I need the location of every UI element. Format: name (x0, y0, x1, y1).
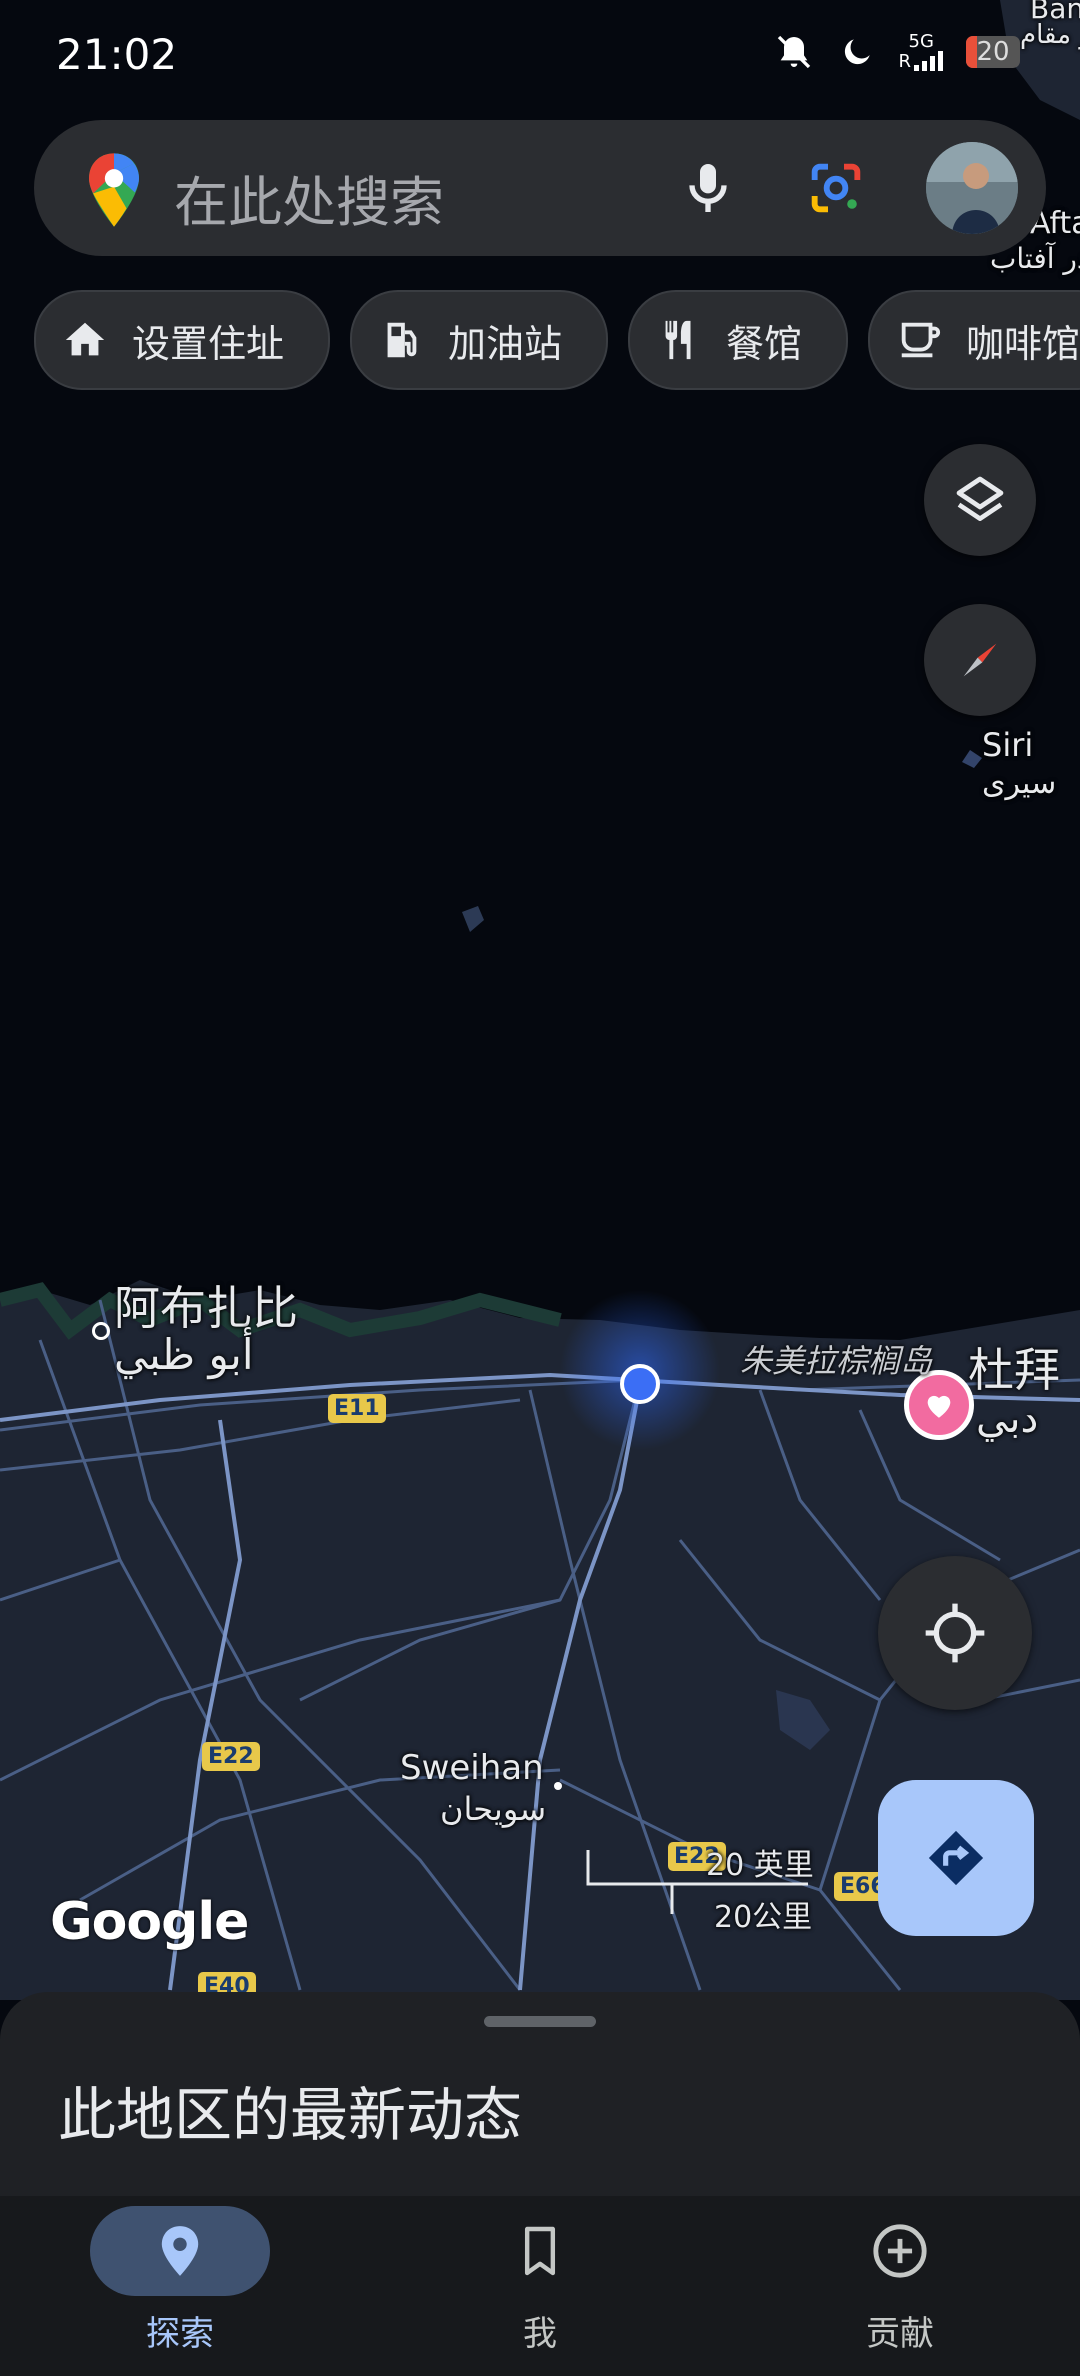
microphone-icon[interactable] (676, 156, 740, 220)
signal-icon (914, 51, 943, 71)
nav-label: 探索 (146, 2314, 214, 2354)
battery-icon: 20 (966, 36, 1020, 68)
town-marker (554, 1782, 562, 1790)
status-bar: 21:02 5G R 20 (0, 0, 1080, 120)
chip-label: 咖啡馆 (966, 321, 1080, 366)
compass-icon (963, 643, 997, 677)
place-label-sweihan[interactable]: Sweihan (400, 1748, 544, 1788)
silent-bell-icon (778, 35, 811, 69)
chip-restaurant[interactable]: 餐馆 (628, 290, 849, 390)
nav-me[interactable]: 我 (360, 2196, 720, 2376)
nav-explore[interactable]: 探索 (0, 2196, 360, 2376)
place-label-siri-ar: سیری (982, 766, 1057, 801)
scale-metric: 20公里 (714, 1900, 813, 1935)
battery-level: 20 (976, 37, 1010, 67)
nav-contribute-pill (810, 2206, 990, 2296)
chip-coffee[interactable]: 咖啡馆 (868, 290, 1080, 390)
map-layers-button[interactable] (924, 444, 1036, 556)
status-time: 21:02 (56, 30, 178, 79)
city-marker (92, 1322, 110, 1340)
account-avatar[interactable] (926, 142, 1018, 234)
chip-gas-station[interactable]: 加油站 (350, 290, 609, 390)
network-sub: R (898, 51, 911, 72)
nav-label: 我 (523, 2314, 557, 2354)
search-bar[interactable]: 在此处搜索 (34, 120, 1046, 256)
directions-icon (928, 1830, 984, 1886)
place-label-siri[interactable]: Siri (982, 726, 1033, 764)
crosshair-icon (925, 1603, 985, 1663)
restaurant-icon (665, 320, 691, 360)
place-label-dubai[interactable]: 杜拜 (968, 1334, 1060, 1400)
layers-icon (956, 476, 1004, 521)
gas-station-icon (387, 322, 417, 358)
place-label-dubai-ar: دبي (976, 1396, 1039, 1442)
google-lens-icon[interactable] (804, 156, 868, 220)
road-shield-e22: E22 (202, 1742, 260, 1771)
moon-icon (845, 39, 871, 65)
bookmark-icon (524, 2226, 556, 2276)
chip-label: 设置住址 (132, 321, 285, 366)
google-attribution: Google (50, 1892, 249, 1952)
place-label-abu-dhabi-ar: أبو ظبي (114, 1330, 254, 1379)
chip-label: 加油站 (448, 321, 563, 366)
google-maps-logo-icon (89, 153, 139, 227)
add-circle-icon (873, 2224, 927, 2278)
sheet-title: 此地区的最新动态 (58, 2081, 523, 2149)
nav-explore-pill (90, 2206, 270, 2296)
place-label-abu-dhabi[interactable]: 阿布扎比 (114, 1272, 298, 1338)
chip-set-home[interactable]: 设置住址 (34, 290, 331, 390)
network-indicator: 5G R (898, 33, 944, 71)
search-input[interactable]: 在此处搜索 (174, 158, 444, 237)
chip-label: 餐馆 (726, 321, 803, 366)
my-location-button[interactable] (878, 1556, 1032, 1710)
status-icons: 5G R 20 (772, 32, 1020, 72)
category-chips: 设置住址 加油站 餐馆 咖啡馆 (34, 290, 1080, 390)
compass-button[interactable] (924, 604, 1036, 716)
scale-imperial: 20 英里 (706, 1848, 814, 1883)
map-scale: 20 英里 20公里 (586, 1840, 826, 1935)
nav-contribute[interactable]: 贡献 (720, 2196, 1080, 2376)
sheet-drag-handle[interactable] (484, 2016, 596, 2027)
nav-label: 贡献 (866, 2314, 934, 2354)
bottom-navigation: 探索 我 贡献 (0, 2196, 1080, 2376)
place-label-sweihan-ar: سويحان (440, 1790, 547, 1828)
place-label-palm-jumeirah[interactable]: 朱美拉棕榈岛 (740, 1336, 932, 1382)
home-icon (65, 322, 105, 356)
road-shield-e11: E11 (328, 1394, 386, 1423)
heart-icon (927, 1395, 951, 1418)
nav-me-pill (450, 2206, 630, 2296)
current-location-dot (620, 1364, 660, 1404)
network-type: 5G (908, 31, 934, 52)
directions-button[interactable] (878, 1780, 1034, 1936)
coffee-icon (901, 322, 941, 358)
location-pin-icon (161, 2226, 199, 2276)
